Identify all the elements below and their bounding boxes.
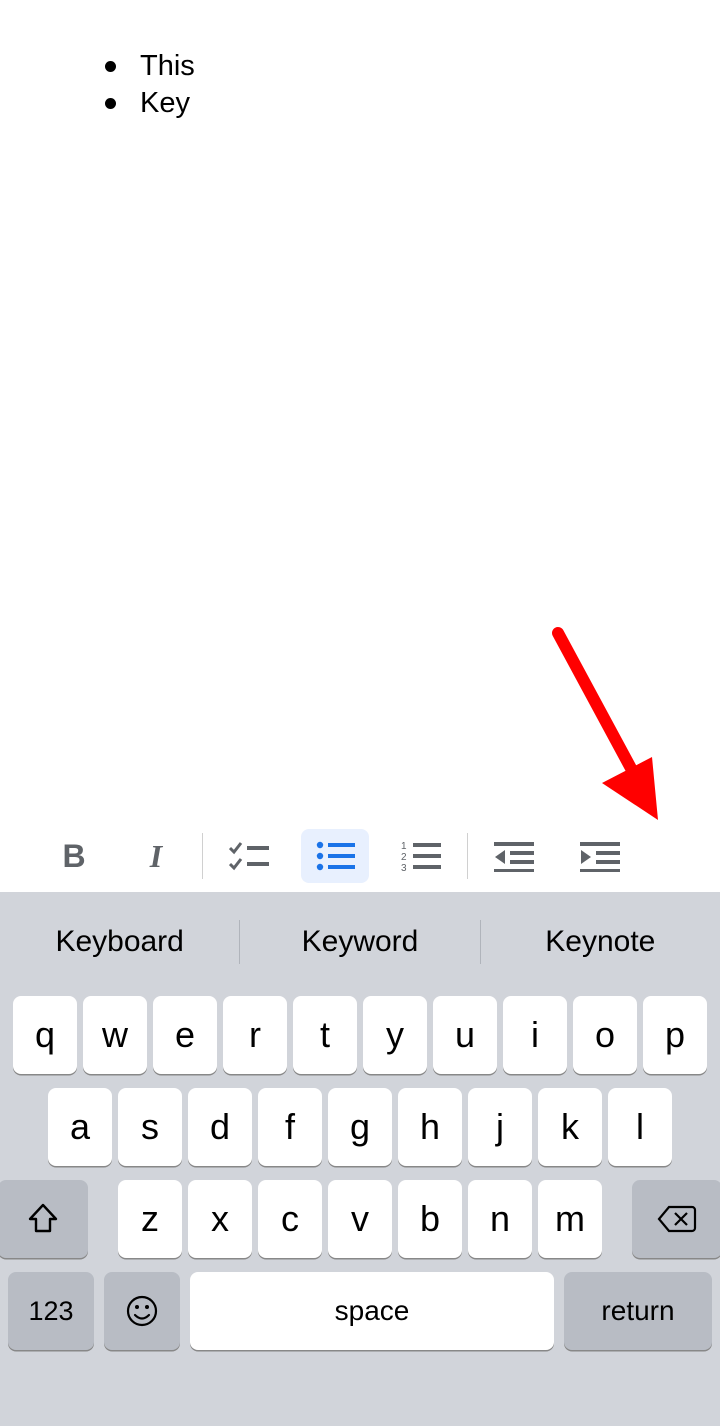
key-l[interactable]: l [608, 1088, 672, 1166]
shift-icon [26, 1202, 60, 1236]
key-a[interactable]: a [48, 1088, 112, 1166]
key-x[interactable]: x [188, 1180, 252, 1258]
key-k[interactable]: k [538, 1088, 602, 1166]
checklist-button[interactable] [215, 829, 283, 883]
separator [467, 833, 468, 879]
indent-decrease-icon [494, 840, 534, 872]
format-toolbar: B I 1 2 3 [0, 820, 720, 892]
svg-text:2: 2 [401, 852, 407, 863]
key-p[interactable]: p [643, 996, 707, 1074]
key-c[interactable]: c [258, 1180, 322, 1258]
keyboard-row: a s d f g h j k l [8, 1088, 712, 1166]
list-item[interactable]: This [105, 48, 650, 85]
keyboard-row: q w e r t y u i o p [8, 992, 712, 1074]
key-b[interactable]: b [398, 1180, 462, 1258]
italic-icon: I [150, 838, 162, 875]
indent-decrease-button[interactable] [480, 829, 548, 883]
key-i[interactable]: i [503, 996, 567, 1074]
indent-increase-button[interactable] [566, 829, 634, 883]
key-u[interactable]: u [433, 996, 497, 1074]
emoji-key[interactable] [104, 1272, 180, 1350]
bulleted-list-icon [315, 840, 355, 872]
key-z[interactable]: z [118, 1180, 182, 1258]
suggestion[interactable]: Keyword [240, 925, 479, 959]
suggestion[interactable]: Keynote [481, 925, 720, 959]
bold-button[interactable]: B [40, 829, 108, 883]
key-n[interactable]: n [468, 1180, 532, 1258]
return-key[interactable]: return [564, 1272, 712, 1350]
document-editor[interactable]: This Key [0, 0, 720, 820]
backspace-icon [657, 1204, 697, 1234]
key-q[interactable]: q [13, 996, 77, 1074]
keyboard-row: 123 space return [8, 1272, 712, 1350]
separator [202, 833, 203, 879]
key-s[interactable]: s [118, 1088, 182, 1166]
bullet-list[interactable]: This Key [70, 48, 650, 122]
svg-text:3: 3 [401, 863, 407, 872]
svg-text:1: 1 [401, 841, 407, 852]
key-f[interactable]: f [258, 1088, 322, 1166]
keyboard: q w e r t y u i o p a s d f g h j k l z … [0, 992, 720, 1426]
indent-increase-icon [580, 840, 620, 872]
backspace-key[interactable] [632, 1180, 720, 1258]
key-d[interactable]: d [188, 1088, 252, 1166]
key-r[interactable]: r [223, 996, 287, 1074]
key-m[interactable]: m [538, 1180, 602, 1258]
key-v[interactable]: v [328, 1180, 392, 1258]
key-j[interactable]: j [468, 1088, 532, 1166]
numbers-key[interactable]: 123 [8, 1272, 94, 1350]
numbered-list-icon: 1 2 3 [401, 840, 441, 872]
suggestion[interactable]: Keyboard [0, 925, 239, 959]
key-g[interactable]: g [328, 1088, 392, 1166]
keyboard-row: z x c v b n m [8, 1180, 712, 1258]
key-e[interactable]: e [153, 996, 217, 1074]
checklist-icon [229, 840, 269, 872]
key-y[interactable]: y [363, 996, 427, 1074]
key-w[interactable]: w [83, 996, 147, 1074]
key-t[interactable]: t [293, 996, 357, 1074]
emoji-icon [125, 1294, 159, 1328]
list-item[interactable]: Key [105, 85, 650, 122]
key-o[interactable]: o [573, 996, 637, 1074]
suggestion-bar: Keyboard Keyword Keynote [0, 892, 720, 992]
key-h[interactable]: h [398, 1088, 462, 1166]
bulleted-list-button[interactable] [301, 829, 369, 883]
shift-key[interactable] [0, 1180, 88, 1258]
bold-icon: B [62, 838, 85, 875]
space-key[interactable]: space [190, 1272, 554, 1350]
numbered-list-button[interactable]: 1 2 3 [387, 829, 455, 883]
italic-button[interactable]: I [122, 829, 190, 883]
